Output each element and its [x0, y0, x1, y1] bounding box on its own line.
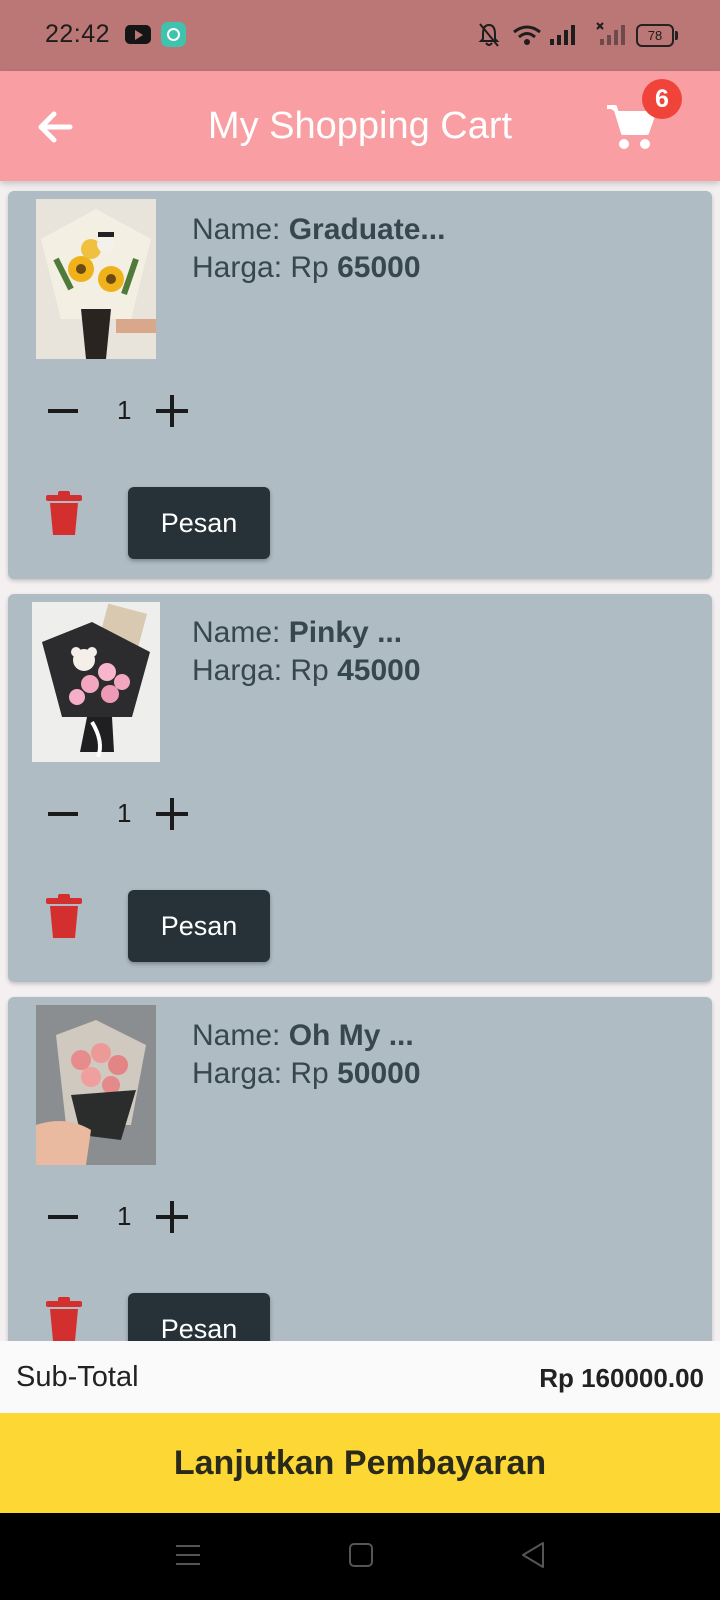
item-name-line: Name: Pinky ...: [192, 616, 403, 649]
app-bar: My Shopping Cart 6: [0, 71, 720, 181]
item-name-line: Name: Graduate...: [192, 213, 446, 246]
subtotal-value: Rp 160000.00: [539, 1363, 704, 1393]
trash-icon[interactable]: [44, 491, 84, 535]
signal-no-sim-icon: [596, 22, 625, 45]
item-details: Name: Graduate... Harga: Rp 65000: [192, 211, 445, 287]
system-back-icon[interactable]: [520, 1541, 546, 1569]
item-name: Pinky ...: [288, 616, 403, 649]
item-price: 45000: [337, 654, 421, 687]
item-price: 50000: [337, 1057, 421, 1090]
item-details: Name: Oh My ... Harga: Rp 50000: [192, 1017, 421, 1093]
cart-item: Name: Pinky ... Harga: Rp 45000 1 Pesan: [8, 594, 712, 982]
item-price-line: Harga: Rp 50000: [192, 1057, 421, 1090]
status-bar: 22:42 78: [0, 0, 720, 71]
item-name: Graduate...: [288, 213, 446, 246]
item-price-line: Harga: Rp 45000: [192, 654, 421, 687]
mute-bell-icon: [478, 23, 500, 47]
signal-icon: [550, 25, 575, 45]
minus-icon[interactable]: [48, 812, 78, 816]
cart-item: Name: Oh My ... Harga: Rp 50000 1 Pesan: [8, 997, 712, 1341]
plus-icon[interactable]: [156, 395, 188, 427]
plus-icon[interactable]: [156, 1201, 188, 1233]
recent-apps-icon[interactable]: [175, 1543, 201, 1567]
order-button[interactable]: Pesan: [128, 487, 270, 559]
cart-list[interactable]: Name: Graduate... Harga: Rp 65000 1 Pesa…: [0, 181, 720, 1341]
order-button[interactable]: Pesan: [128, 890, 270, 962]
trash-icon[interactable]: [44, 1297, 84, 1341]
system-nav-bar: [0, 1513, 720, 1600]
product-image: [36, 199, 156, 359]
quantity-value: 1: [117, 1201, 132, 1231]
cart-item: Name: Graduate... Harga: Rp 65000 1 Pesa…: [8, 191, 712, 579]
subtotal-bar: Sub-Total Rp 160000.00: [0, 1341, 720, 1413]
youtube-icon: [125, 25, 151, 44]
order-button[interactable]: Pesan: [128, 1293, 270, 1341]
battery-icon: 78: [636, 24, 678, 47]
item-name: Oh My ...: [288, 1019, 414, 1052]
app-notification-icon: [161, 22, 186, 47]
item-price-line: Harga: Rp 65000: [192, 251, 421, 284]
status-time: 22:42: [45, 20, 111, 48]
minus-icon[interactable]: [48, 409, 78, 413]
trash-icon[interactable]: [44, 894, 84, 938]
item-details: Name: Pinky ... Harga: Rp 45000: [192, 614, 421, 690]
checkout-button[interactable]: Lanjutkan Pembayaran: [0, 1413, 720, 1513]
item-price: 65000: [337, 251, 421, 284]
plus-icon[interactable]: [156, 798, 188, 830]
quantity-value: 1: [117, 395, 132, 425]
product-image: [36, 1005, 156, 1165]
cart-count-badge: 6: [642, 79, 682, 119]
home-icon[interactable]: [349, 1543, 373, 1567]
product-image: [32, 602, 160, 762]
quantity-value: 1: [117, 798, 132, 828]
minus-icon[interactable]: [48, 1215, 78, 1219]
item-name-line: Name: Oh My ...: [192, 1019, 414, 1052]
subtotal-label: Sub-Total: [16, 1361, 139, 1393]
wifi-icon: [513, 25, 541, 45]
